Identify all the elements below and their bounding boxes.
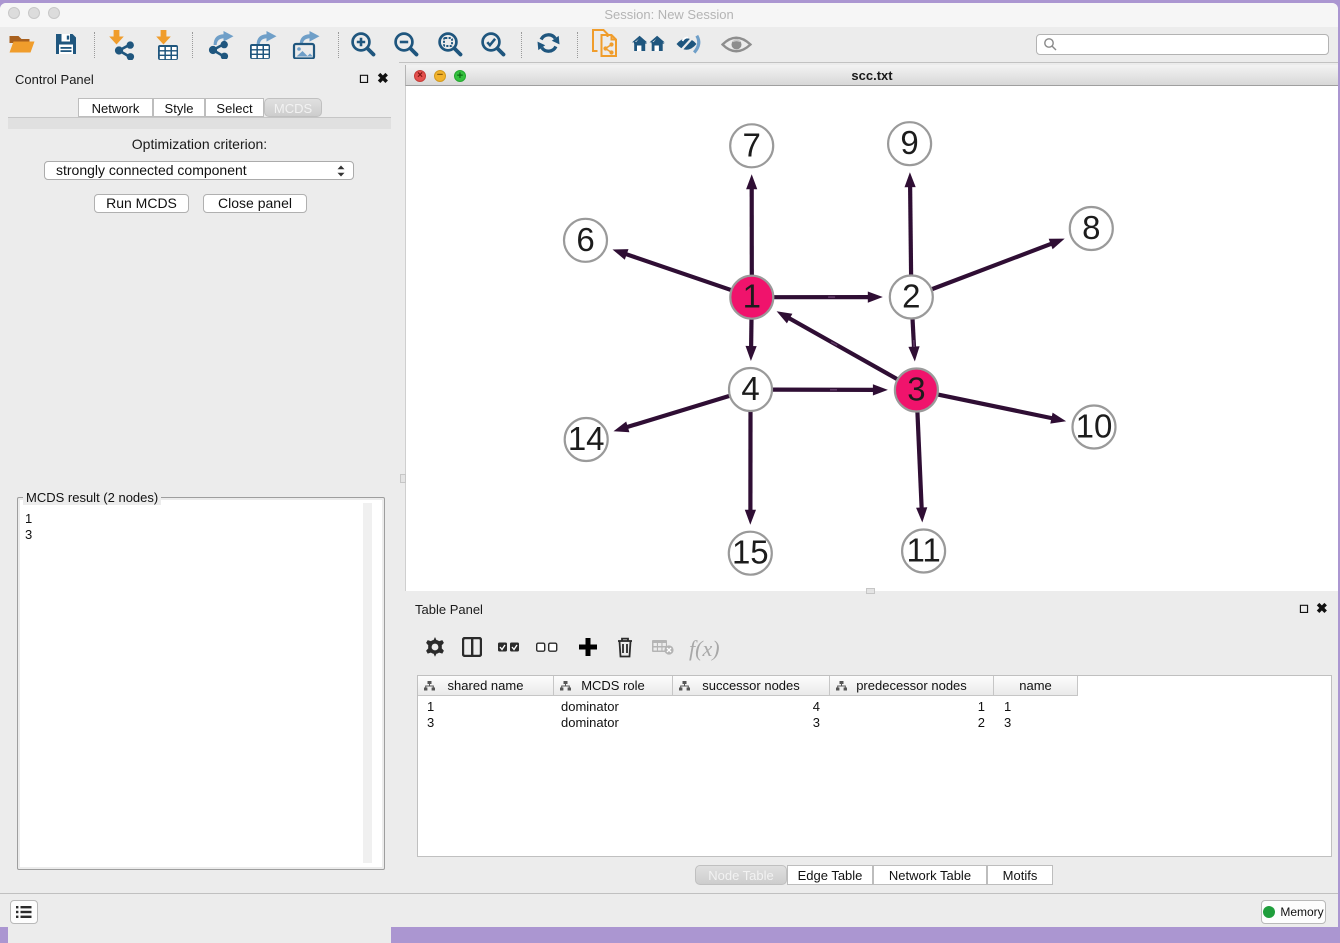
- svg-text:3: 3: [907, 371, 925, 408]
- svg-text:14: 14: [568, 420, 605, 457]
- svg-text:15: 15: [732, 534, 769, 571]
- svg-text:11: 11: [906, 532, 940, 569]
- svg-text:2: 2: [902, 278, 920, 315]
- svg-text:7: 7: [743, 126, 761, 163]
- svg-text:8: 8: [1082, 209, 1100, 246]
- svg-text:4: 4: [741, 370, 759, 407]
- svg-text:6: 6: [576, 221, 594, 258]
- svg-text:9: 9: [900, 124, 918, 161]
- svg-text:10: 10: [1076, 408, 1113, 445]
- svg-text:1: 1: [743, 278, 761, 315]
